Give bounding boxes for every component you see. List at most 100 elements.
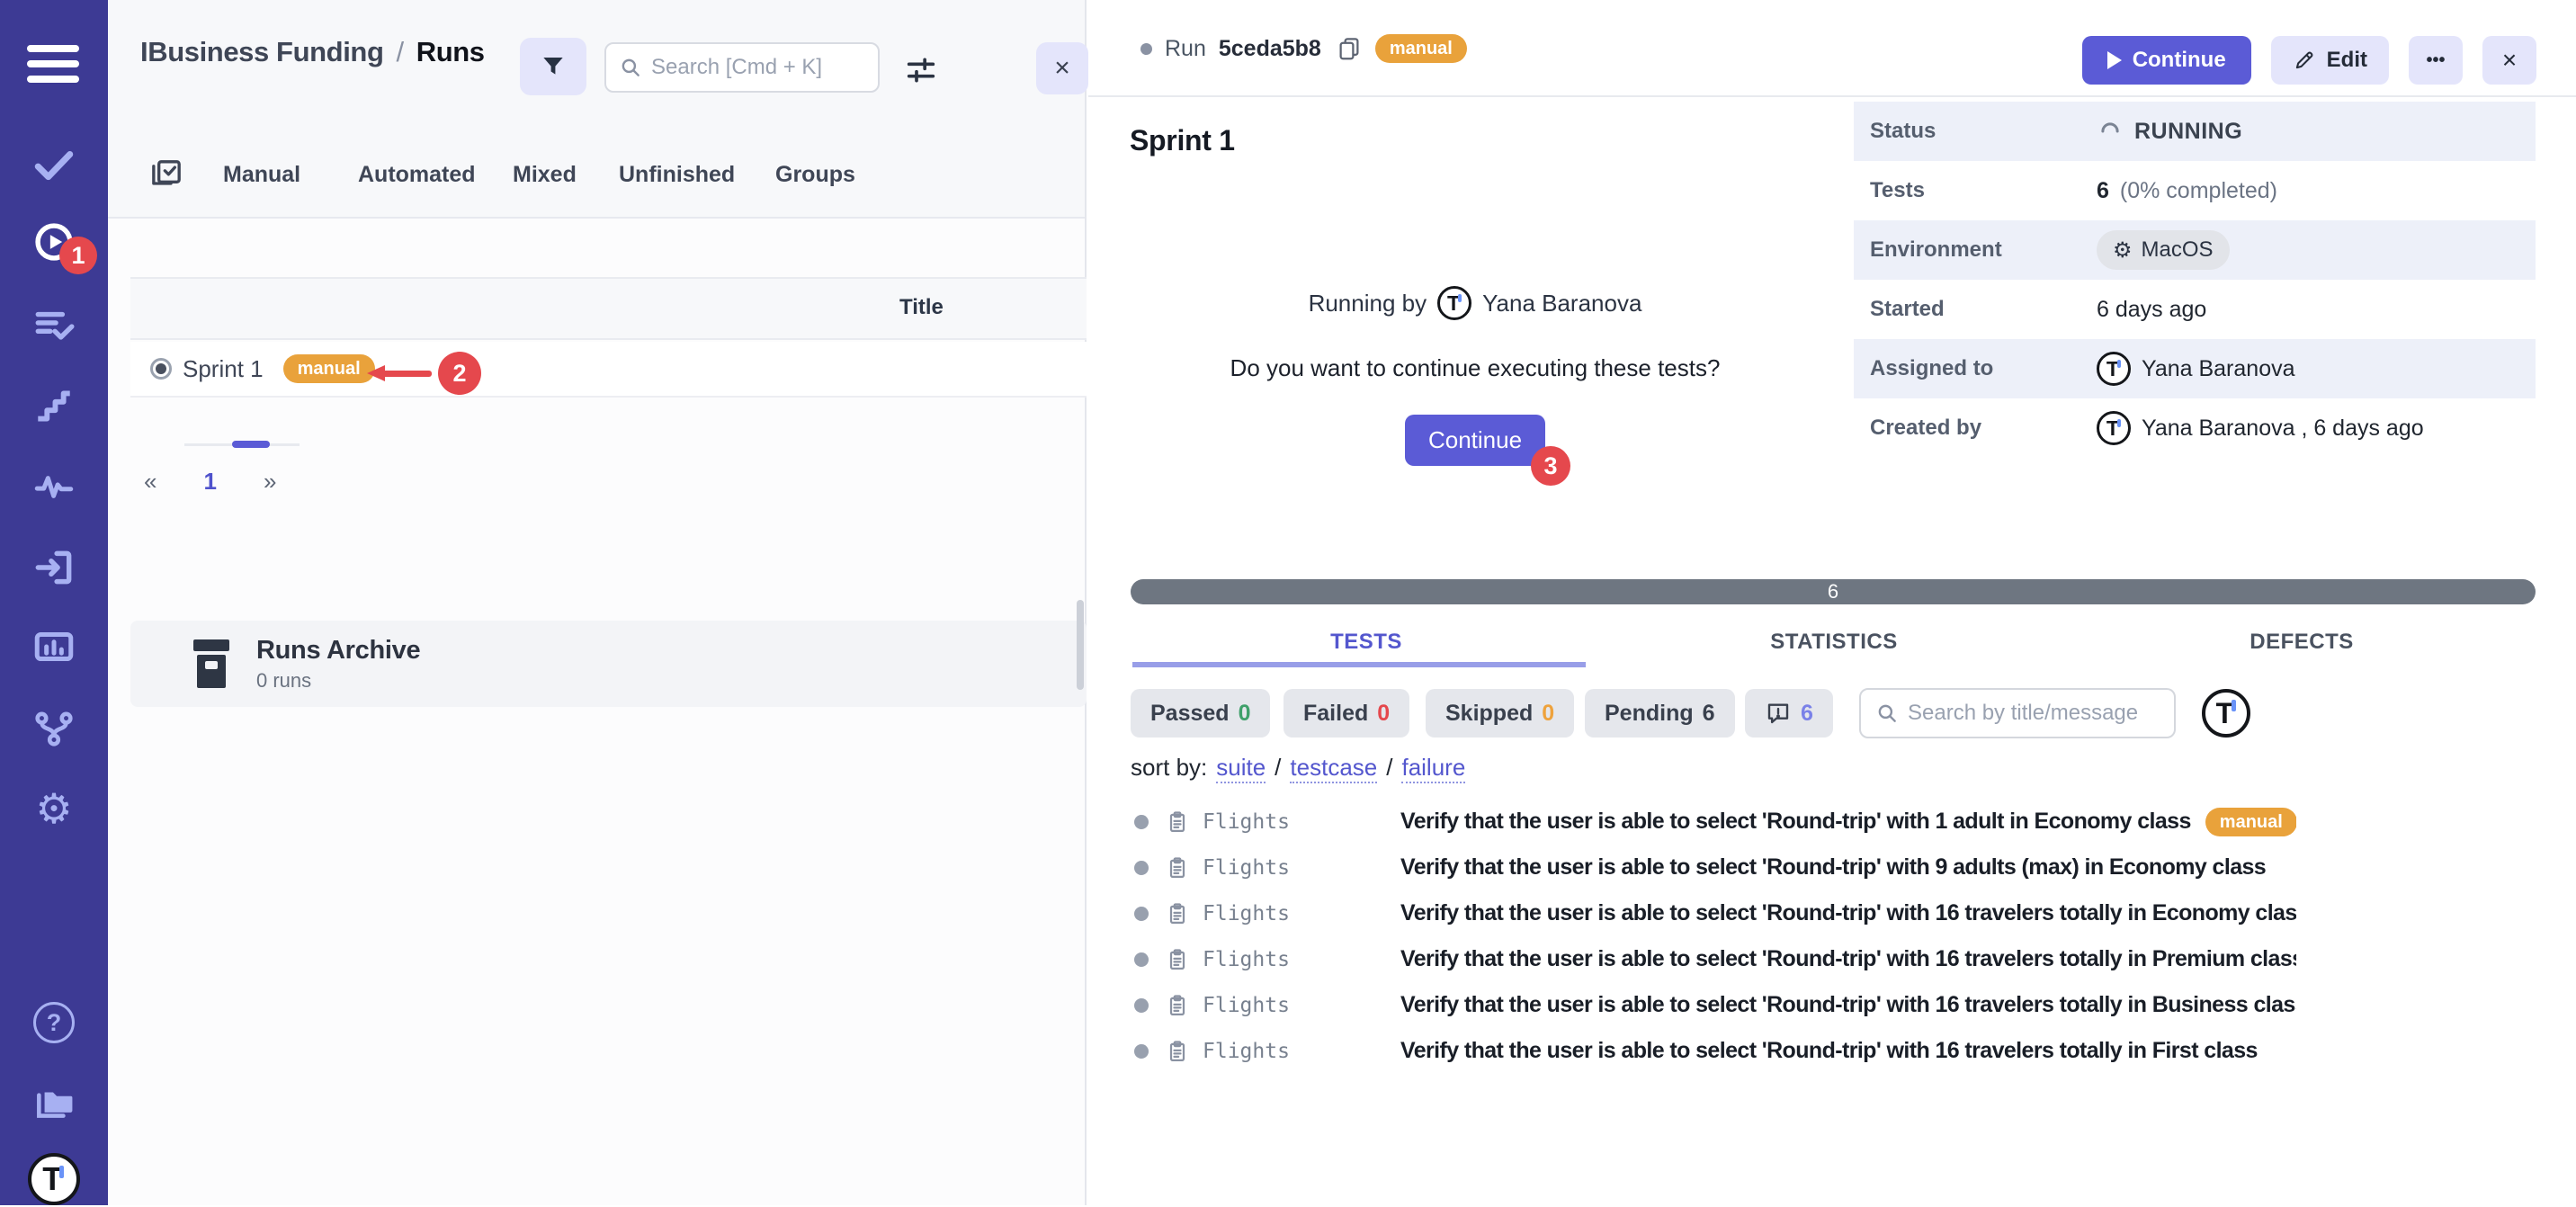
passed-count: 0	[1239, 701, 1251, 727]
more-button[interactable]: •••	[2409, 36, 2463, 85]
branch-icon	[31, 705, 76, 750]
testomat-logo: T	[28, 1153, 80, 1205]
clipboard-icon	[1165, 1039, 1190, 1064]
select-all-icon[interactable]	[148, 156, 184, 192]
sidebar-account[interactable]: T	[0, 1151, 108, 1207]
user-avatar: T	[2097, 411, 2131, 445]
manual-badge: manual	[283, 354, 375, 383]
tab-automated[interactable]: Automated	[358, 162, 476, 188]
assigned-row: Assigned to TYana Baranova	[1854, 339, 2536, 398]
filter-pending-button[interactable]: Pending6	[1585, 689, 1735, 738]
runs-search-input[interactable]	[651, 55, 865, 80]
sidebar-item-import[interactable]	[0, 540, 108, 595]
tests-search-input[interactable]	[1908, 701, 2160, 726]
runs-tabs: Manual Automated Mixed Unfinished Groups	[108, 151, 1085, 201]
manual-badge: manual	[2205, 808, 2296, 836]
sliders-icon	[903, 52, 939, 88]
pencil-icon	[2293, 49, 2316, 72]
run-title: Sprint 1	[1130, 124, 1235, 157]
sidebar-item-branches[interactable]	[0, 700, 108, 755]
filter-comments-button[interactable]: 6	[1745, 689, 1833, 738]
active-tab-underline	[1132, 662, 1586, 667]
stairs-icon	[31, 383, 76, 428]
menu-icon[interactable]	[27, 45, 79, 91]
comment-icon	[1765, 700, 1792, 727]
copy-icon[interactable]	[1336, 35, 1363, 62]
sidebar-item-pulse[interactable]	[0, 459, 108, 514]
pending-count: 6	[1703, 701, 1715, 727]
page-next[interactable]: »	[264, 468, 276, 496]
breadcrumb-project[interactable]: IBusiness Funding	[140, 36, 384, 68]
columns-settings-button[interactable]	[903, 52, 939, 85]
tests-search[interactable]	[1859, 688, 2176, 738]
sidebar-item-analytics[interactable]	[0, 619, 108, 675]
run-progress-bar: 6	[1131, 579, 2536, 604]
user-avatar: T	[1437, 286, 1471, 320]
search-icon	[619, 56, 642, 79]
continue-button[interactable]: Continue	[2082, 36, 2251, 85]
run-id: 5ceda5b8	[1219, 36, 1321, 62]
sort-by-failure[interactable]: failure	[1401, 754, 1465, 783]
tab-groups[interactable]: Groups	[775, 162, 855, 188]
test-row[interactable]: Flights Verify that the user is able to …	[1131, 799, 2296, 845]
breadcrumb: IBusiness Funding / Runs	[140, 36, 485, 68]
pulse-icon	[31, 464, 76, 509]
test-row[interactable]: Flights Verify that the user is able to …	[1131, 982, 2296, 1028]
sidebar-item-plans[interactable]	[0, 297, 108, 353]
close-panel-button[interactable]: ×	[1036, 42, 1088, 94]
runs-count-badge: 1	[59, 237, 97, 274]
tab-statistics[interactable]: STATISTICS	[1600, 630, 2068, 655]
gear-icon: ⚙	[2113, 237, 2133, 263]
runs-archive-row[interactable]: Runs Archive 0 runs	[130, 621, 1087, 707]
sidebar-item-steps[interactable]	[0, 378, 108, 434]
filter-passed-button[interactable]: Passed0	[1131, 689, 1270, 738]
panel-scrollbar-thumb[interactable]	[1077, 600, 1084, 690]
filter-button[interactable]	[520, 38, 586, 95]
test-status-icon	[1134, 907, 1149, 921]
sort-label: sort by:	[1131, 754, 1207, 782]
page-prev[interactable]: «	[144, 468, 157, 496]
tab-manual[interactable]: Manual	[223, 162, 300, 188]
test-suite: Flights	[1203, 902, 1400, 925]
test-row[interactable]: Flights Verify that the user is able to …	[1131, 845, 2296, 890]
folders-icon	[31, 1080, 76, 1125]
list-scroll-thumb[interactable]	[232, 441, 270, 448]
edit-button[interactable]: Edit	[2271, 36, 2389, 85]
sidebar-item-tests[interactable]	[0, 136, 108, 192]
environment-pill[interactable]: ⚙MacOS	[2097, 230, 2230, 270]
page-current[interactable]: 1	[203, 468, 216, 496]
test-title: Verify that the user is able to select '…	[1400, 809, 2191, 835]
sidebar-item-help[interactable]: ?	[0, 995, 108, 1051]
running-by-label: Running by	[1309, 290, 1427, 317]
runs-panel-header: IBusiness Funding / Runs × Manual Automa…	[108, 0, 1085, 219]
sort-by-suite[interactable]: suite	[1216, 754, 1266, 783]
test-status-icon	[1134, 998, 1149, 1013]
filter-failed-button[interactable]: Failed0	[1284, 689, 1409, 738]
sign-in-icon	[31, 545, 76, 590]
archive-icon	[193, 639, 229, 688]
created-row: Created by TYana Baranova , 6 days ago	[1854, 398, 2536, 458]
test-status-icon	[1134, 952, 1149, 967]
test-suite: Flights	[1203, 856, 1400, 880]
tab-mixed[interactable]: Mixed	[513, 162, 577, 188]
run-actions: Continue Edit ••• ×	[2082, 36, 2536, 85]
close-detail-button[interactable]: ×	[2482, 36, 2536, 85]
tab-defects[interactable]: DEFECTS	[2068, 630, 2536, 655]
assignee-filter-avatar[interactable]: T	[2202, 689, 2250, 738]
sidebar-item-settings[interactable]: ⚙	[0, 781, 108, 836]
test-row[interactable]: Flights Verify that the user is able to …	[1131, 936, 2296, 982]
tab-unfinished[interactable]: Unfinished	[619, 162, 735, 188]
test-row[interactable]: Flights Verify that the user is able to …	[1131, 890, 2296, 936]
test-row[interactable]: Flights Verify that the user is able to …	[1131, 1028, 2296, 1074]
runs-search[interactable]	[604, 42, 880, 93]
test-status-icon	[1134, 815, 1149, 829]
clipboard-icon	[1165, 993, 1190, 1018]
tab-tests[interactable]: TESTS	[1132, 630, 1600, 655]
continue-run-button[interactable]: Continue	[1405, 415, 1545, 466]
sidebar-item-projects[interactable]	[0, 1075, 108, 1131]
sort-by-testcase[interactable]: testcase	[1290, 754, 1377, 783]
run-row-sprint1[interactable]: Sprint 1 manual	[130, 342, 1087, 398]
spinner-icon	[2097, 118, 2124, 145]
filter-skipped-button[interactable]: Skipped0	[1426, 689, 1574, 738]
runs-table-header: Title	[130, 277, 1087, 340]
